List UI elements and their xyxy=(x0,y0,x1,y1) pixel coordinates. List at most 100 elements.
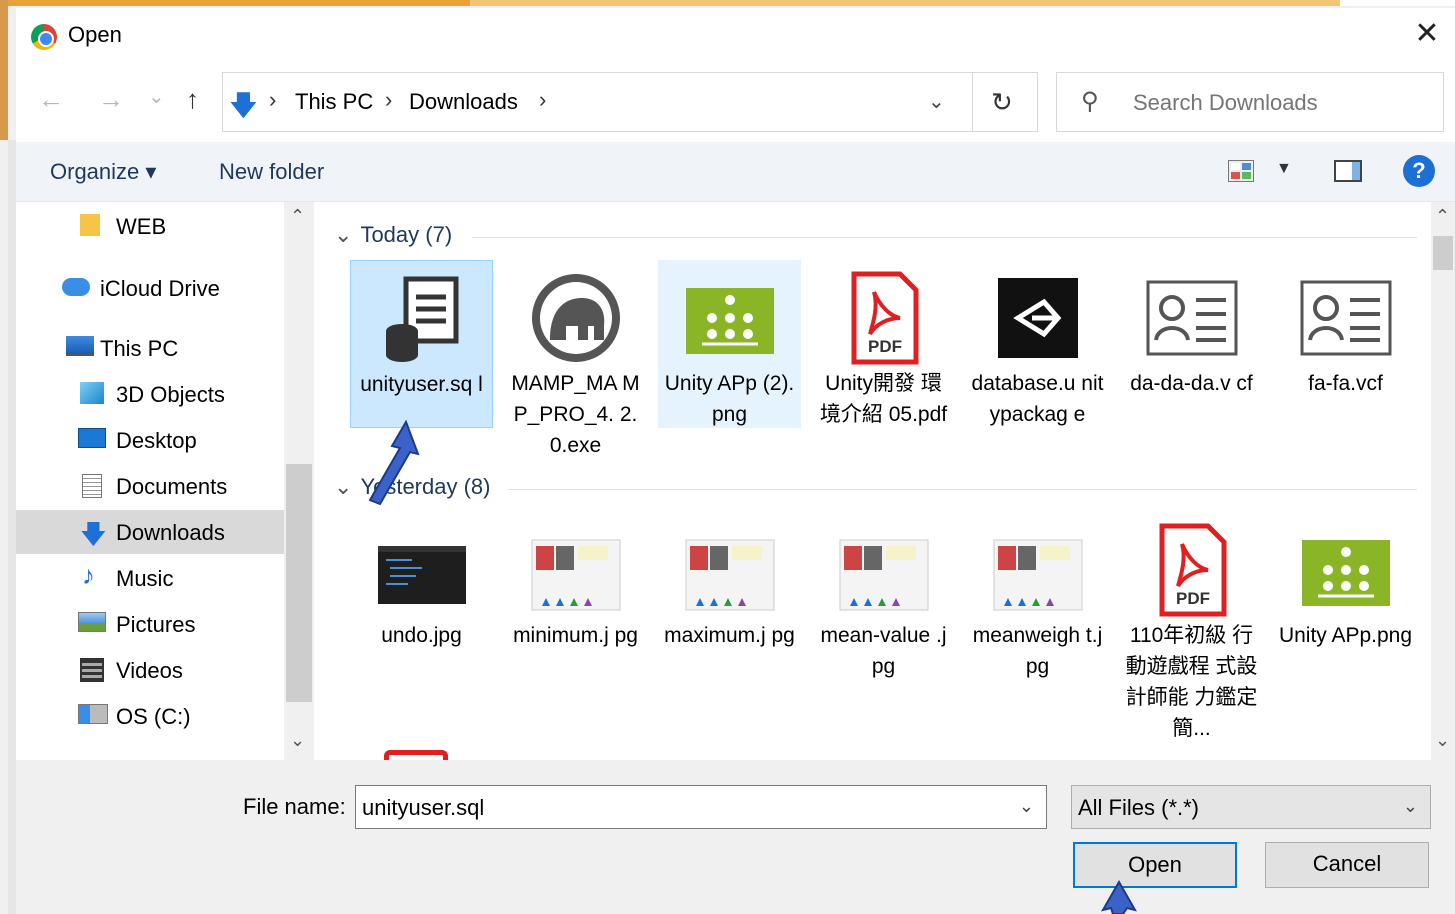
sidebar-item-music[interactable]: ♪ Music xyxy=(16,556,284,600)
file-item[interactable]: maximum.j pg xyxy=(658,512,801,651)
sidebar-item-web[interactable]: WEB xyxy=(16,204,284,248)
refresh-button[interactable]: ↻ xyxy=(991,87,1013,118)
file-type-select[interactable]: All Files (*.*) ⌄ xyxy=(1071,785,1431,829)
sidebar-item-this-pc[interactable]: This PC xyxy=(16,326,284,370)
new-folder-button[interactable]: New folder xyxy=(219,159,324,185)
cube-icon xyxy=(80,382,104,404)
file-item[interactable]: da-da-da.v cf xyxy=(1120,260,1263,399)
scroll-down-icon[interactable]: ⌄ xyxy=(290,730,305,751)
chevron-down-icon[interactable]: ⌄ xyxy=(1019,796,1034,817)
address-divider xyxy=(972,73,973,131)
sidebar-item-label: Downloads xyxy=(116,520,225,545)
sidebar-item-label: Pictures xyxy=(116,612,196,637)
file-item[interactable]: fa-fa.vcf xyxy=(1274,260,1417,399)
sidebar-item-label: OS (C:) xyxy=(116,704,191,729)
file-item[interactable]: undo.jpg xyxy=(350,512,493,651)
breadcrumb-this-pc[interactable]: This PC xyxy=(295,89,373,115)
close-button[interactable]: ✕ xyxy=(1409,16,1445,52)
file-item[interactable]: PDF 110年初級 行動遊戲程 式設計師能 力鑑定簡... xyxy=(1120,512,1263,744)
sidebar-item-os-c[interactable]: OS (C:) xyxy=(16,694,284,738)
file-item[interactable]: mean-value .jpg xyxy=(812,512,955,682)
navigation-bar: ← → ⌄ ↑ 🡇 › This PC › Downloads › ⌄ ↻ ⚲ xyxy=(16,64,1455,142)
file-name: Unity APp (2).png xyxy=(664,372,795,426)
preview-pane-icon[interactable] xyxy=(1334,160,1362,182)
chevron-down-icon[interactable]: ⌄ xyxy=(1403,796,1418,817)
forward-button[interactable]: → xyxy=(98,84,124,115)
file-item[interactable]: unityuser.sq l xyxy=(350,260,493,428)
view-options-dropdown[interactable]: ▼ xyxy=(1276,160,1292,178)
file-name-label: File name: xyxy=(243,794,346,819)
file-item[interactable]: database.u nitypackag e xyxy=(966,260,1109,430)
breadcrumb-downloads[interactable]: Downloads xyxy=(409,89,518,115)
recent-locations-button[interactable]: ⌄ xyxy=(148,84,165,109)
scroll-up-icon[interactable]: ⌃ xyxy=(1435,206,1450,227)
image-thumbnail xyxy=(680,268,780,368)
chrome-icon xyxy=(31,24,57,50)
file-name: minimum.j pg xyxy=(513,624,638,647)
address-dropdown-button[interactable]: ⌄ xyxy=(928,89,945,114)
mamp-icon xyxy=(526,268,626,368)
svg-text:PDF: PDF xyxy=(1176,589,1210,608)
file-item[interactable]: Unity APp.png xyxy=(1274,512,1417,651)
window-title: Open xyxy=(68,22,122,47)
window-top-accent xyxy=(0,0,1455,6)
cloud-icon xyxy=(62,278,90,296)
up-button[interactable]: ↑ xyxy=(186,84,199,115)
sidebar-item-videos[interactable]: Videos xyxy=(16,648,284,692)
music-icon: ♪ xyxy=(82,560,95,590)
scroll-down-icon[interactable]: ⌄ xyxy=(1435,730,1450,751)
window-left-accent xyxy=(0,0,8,140)
breadcrumb-separator[interactable]: › xyxy=(385,87,392,113)
title-bar: Open ✕ xyxy=(16,8,1455,64)
sidebar-item-desktop[interactable]: Desktop xyxy=(16,418,284,462)
contact-card-icon xyxy=(1142,268,1242,368)
breadcrumb-separator[interactable]: › xyxy=(539,87,546,113)
pdf-icon xyxy=(384,750,448,760)
chevron-down-icon: ⌄ xyxy=(334,474,353,499)
pdf-icon: PDF xyxy=(834,268,934,368)
file-name: Unity APp.png xyxy=(1278,624,1413,647)
image-thumbnail xyxy=(988,520,1088,620)
videos-icon xyxy=(80,658,104,682)
file-item[interactable]: Unity APp (2).png xyxy=(658,260,801,428)
sidebar-scrollbar[interactable]: ⌃ ⌄ xyxy=(284,202,314,760)
file-list-scrollbar[interactable]: ⌃ ⌄ xyxy=(1431,202,1455,760)
search-box[interactable]: ⚲ xyxy=(1056,72,1444,132)
cancel-button[interactable]: Cancel xyxy=(1265,842,1429,888)
sidebar-scroll-thumb[interactable] xyxy=(286,464,312,702)
file-item[interactable]: MAMP_MA MP_PRO_4. 2.0.exe xyxy=(504,260,647,461)
address-bar[interactable]: 🡇 › This PC › Downloads › ⌄ ↻ xyxy=(222,72,1038,132)
organize-menu[interactable]: Organize ▾ xyxy=(50,159,156,185)
sidebar-item-label: Music xyxy=(116,566,174,591)
group-header-today[interactable]: ⌄ Today (7) xyxy=(334,222,452,248)
sidebar-item-pictures[interactable]: Pictures xyxy=(16,602,284,646)
file-type-value: All Files (*.*) xyxy=(1078,795,1200,820)
search-input[interactable] xyxy=(1133,90,1433,116)
sidebar-item-downloads[interactable]: 🡇 Downloads xyxy=(16,510,284,554)
sidebar-item-label: iCloud Drive xyxy=(100,276,220,301)
help-icon[interactable]: ? xyxy=(1403,155,1435,187)
file-name-field[interactable]: unityuser.sql ⌄ xyxy=(355,785,1047,829)
file-item[interactable]: minimum.j pg xyxy=(504,512,647,651)
scroll-up-icon[interactable]: ⌃ xyxy=(290,206,305,227)
sidebar-item-documents[interactable]: Documents xyxy=(16,464,284,508)
breadcrumb-separator[interactable]: › xyxy=(269,87,276,113)
file-item[interactable]: meanweigh t.jpg xyxy=(966,512,1109,682)
unity-icon xyxy=(988,268,1088,368)
sidebar-item-icloud-drive[interactable]: iCloud Drive xyxy=(16,266,284,310)
file-name: undo.jpg xyxy=(381,624,462,647)
desktop-icon xyxy=(78,428,106,448)
file-item[interactable]: PDF Unity開發 環境介紹 05.pdf xyxy=(812,260,955,430)
file-name-value[interactable]: unityuser.sql xyxy=(362,795,484,821)
change-view-icon[interactable] xyxy=(1228,160,1254,182)
file-name: Unity開發 環境介紹 05.pdf xyxy=(819,372,948,426)
image-thumbnail xyxy=(526,520,626,620)
sql-file-icon xyxy=(372,269,472,369)
file-list-scroll-thumb[interactable] xyxy=(1433,236,1453,270)
file-name: da-da-da.v cf xyxy=(1130,372,1253,395)
sidebar-item-3d-objects[interactable]: 3D Objects xyxy=(16,372,284,416)
back-button[interactable]: ← xyxy=(38,84,64,115)
window-left-rail xyxy=(8,140,16,914)
sidebar-item-label: This PC xyxy=(100,336,179,361)
file-name: meanweigh t.jpg xyxy=(972,624,1103,678)
